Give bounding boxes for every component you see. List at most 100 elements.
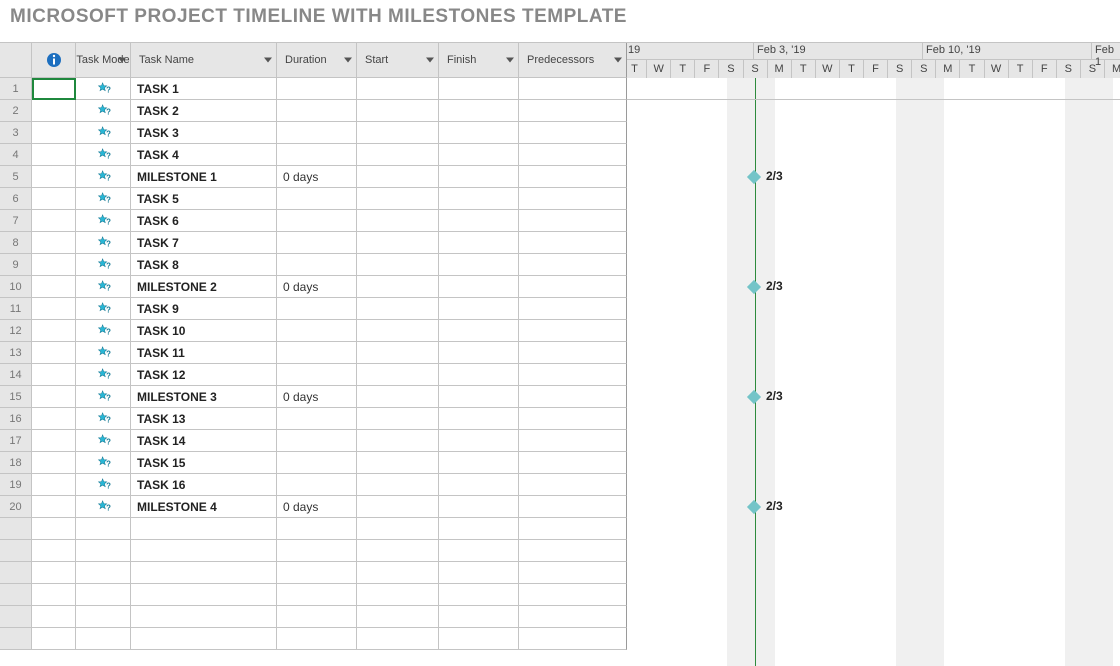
header-start[interactable]: Start — [357, 43, 439, 78]
gantt-row[interactable]: 2/3 — [627, 496, 1120, 518]
gantt-row[interactable] — [627, 254, 1120, 276]
table-row[interactable]: 18 ?TASK 15 — [0, 452, 627, 474]
table-row[interactable] — [0, 562, 627, 584]
gantt-row[interactable] — [627, 518, 1120, 540]
timeline-day: W — [984, 60, 1008, 78]
table-row[interactable]: 19 ?TASK 16 — [0, 474, 627, 496]
task-name-cell: MILESTONE 2 — [137, 280, 217, 294]
gantt-row[interactable] — [627, 122, 1120, 144]
table-row[interactable] — [0, 518, 627, 540]
dropdown-icon — [118, 58, 126, 63]
timeline-day: T — [839, 60, 863, 78]
table-row[interactable]: 5 ?MILESTONE 10 days — [0, 166, 627, 188]
gantt-row[interactable] — [627, 584, 1120, 606]
table-row[interactable]: 1 ?TASK 1 — [0, 78, 627, 100]
gantt-row[interactable] — [627, 320, 1120, 342]
svg-text:?: ? — [106, 503, 111, 512]
task-name-cell: TASK 7 — [137, 236, 179, 250]
gantt-row[interactable] — [627, 298, 1120, 320]
gantt-row[interactable] — [627, 364, 1120, 386]
gantt-row[interactable]: 2/3 — [627, 166, 1120, 188]
gantt-row[interactable] — [627, 606, 1120, 628]
manual-task-mode-icon: ? — [96, 170, 111, 184]
gantt-row[interactable] — [627, 100, 1120, 122]
table-row[interactable]: 17 ?TASK 14 — [0, 430, 627, 452]
milestone-diamond-icon — [747, 500, 761, 514]
task-name-cell: TASK 9 — [137, 302, 179, 316]
milestone-diamond-icon — [747, 170, 761, 184]
timeline-day: S — [743, 60, 767, 78]
manual-task-mode-icon: ? — [96, 192, 111, 206]
timeline-day: F — [694, 60, 718, 78]
task-name-cell: TASK 5 — [137, 192, 179, 206]
table-row[interactable]: 3 ?TASK 3 — [0, 122, 627, 144]
timeline-day: T — [1008, 60, 1032, 78]
table-row[interactable]: 7 ?TASK 6 — [0, 210, 627, 232]
table-row[interactable]: 16 ?TASK 13 — [0, 408, 627, 430]
svg-text:?: ? — [106, 85, 111, 94]
header-task-mode[interactable]: Task Mode — [76, 43, 131, 78]
timeline-day: W — [815, 60, 839, 78]
header-duration[interactable]: Duration — [277, 43, 357, 78]
gantt-row[interactable] — [627, 78, 1120, 100]
table-row[interactable]: 2 ?TASK 2 — [0, 100, 627, 122]
gantt-row[interactable]: 2/3 — [627, 276, 1120, 298]
gantt-row[interactable] — [627, 540, 1120, 562]
gantt-row[interactable] — [627, 210, 1120, 232]
task-name-cell: TASK 8 — [137, 258, 179, 272]
gantt-chart[interactable]: 19 Feb 3, '19 Feb 10, '19 Feb 1 TWTFSSMT… — [627, 42, 1120, 666]
timeline-group-2: Feb 10, '19 — [926, 44, 981, 56]
milestone-diamond-icon — [747, 280, 761, 294]
gantt-row[interactable] — [627, 430, 1120, 452]
gantt-row[interactable] — [627, 188, 1120, 210]
timeline-header: 19 Feb 3, '19 Feb 10, '19 Feb 1 TWTFSSMT… — [627, 43, 1120, 78]
table-row[interactable] — [0, 540, 627, 562]
gantt-row[interactable] — [627, 232, 1120, 254]
svg-text:?: ? — [106, 195, 111, 204]
table-row[interactable]: 13 ?TASK 11 — [0, 342, 627, 364]
table-row[interactable] — [0, 628, 627, 650]
gantt-row[interactable] — [627, 342, 1120, 364]
gantt-row[interactable]: 2/3 — [627, 386, 1120, 408]
table-row[interactable]: 11 ?TASK 9 — [0, 298, 627, 320]
header-predecessors-label: Predecessors — [527, 54, 594, 66]
gantt-row[interactable] — [627, 144, 1120, 166]
table-row[interactable]: 12 ?TASK 10 — [0, 320, 627, 342]
svg-text:?: ? — [106, 371, 111, 380]
table-row[interactable] — [0, 584, 627, 606]
manual-task-mode-icon: ? — [96, 236, 111, 250]
grid-header: Task Mode Task Name Duration Start Finis… — [0, 43, 627, 78]
milestone-label: 2/3 — [766, 279, 783, 293]
task-name-cell: TASK 10 — [137, 324, 185, 338]
header-finish[interactable]: Finish — [439, 43, 519, 78]
svg-text:?: ? — [106, 349, 111, 358]
manual-task-mode-icon: ? — [96, 368, 111, 382]
manual-task-mode-icon: ? — [96, 104, 111, 118]
table-row[interactable]: 8 ?TASK 7 — [0, 232, 627, 254]
info-icon — [46, 52, 62, 68]
table-row[interactable]: 14 ?TASK 12 — [0, 364, 627, 386]
svg-text:?: ? — [106, 415, 111, 424]
manual-task-mode-icon: ? — [96, 148, 111, 162]
table-row[interactable] — [0, 606, 627, 628]
svg-text:?: ? — [106, 481, 111, 490]
table-row[interactable]: 6 ?TASK 5 — [0, 188, 627, 210]
table-row[interactable]: 10 ?MILESTONE 20 days — [0, 276, 627, 298]
header-info[interactable] — [32, 43, 76, 78]
manual-task-mode-icon: ? — [96, 478, 111, 492]
task-name-cell: TASK 2 — [137, 104, 179, 118]
table-row[interactable]: 9 ?TASK 8 — [0, 254, 627, 276]
gantt-row[interactable] — [627, 408, 1120, 430]
gantt-row[interactable] — [627, 628, 1120, 650]
header-predecessors[interactable]: Predecessors — [519, 43, 627, 78]
gantt-row[interactable] — [627, 452, 1120, 474]
header-select-all[interactable] — [0, 43, 32, 78]
table-row[interactable]: 20 ?MILESTONE 40 days — [0, 496, 627, 518]
table-row[interactable]: 15 ?MILESTONE 30 days — [0, 386, 627, 408]
timeline-day: S — [718, 60, 742, 78]
header-task-name[interactable]: Task Name — [131, 43, 277, 78]
table-row[interactable]: 4 ?TASK 4 — [0, 144, 627, 166]
gantt-row[interactable] — [627, 562, 1120, 584]
gantt-row[interactable] — [627, 474, 1120, 496]
svg-text:?: ? — [106, 437, 111, 446]
